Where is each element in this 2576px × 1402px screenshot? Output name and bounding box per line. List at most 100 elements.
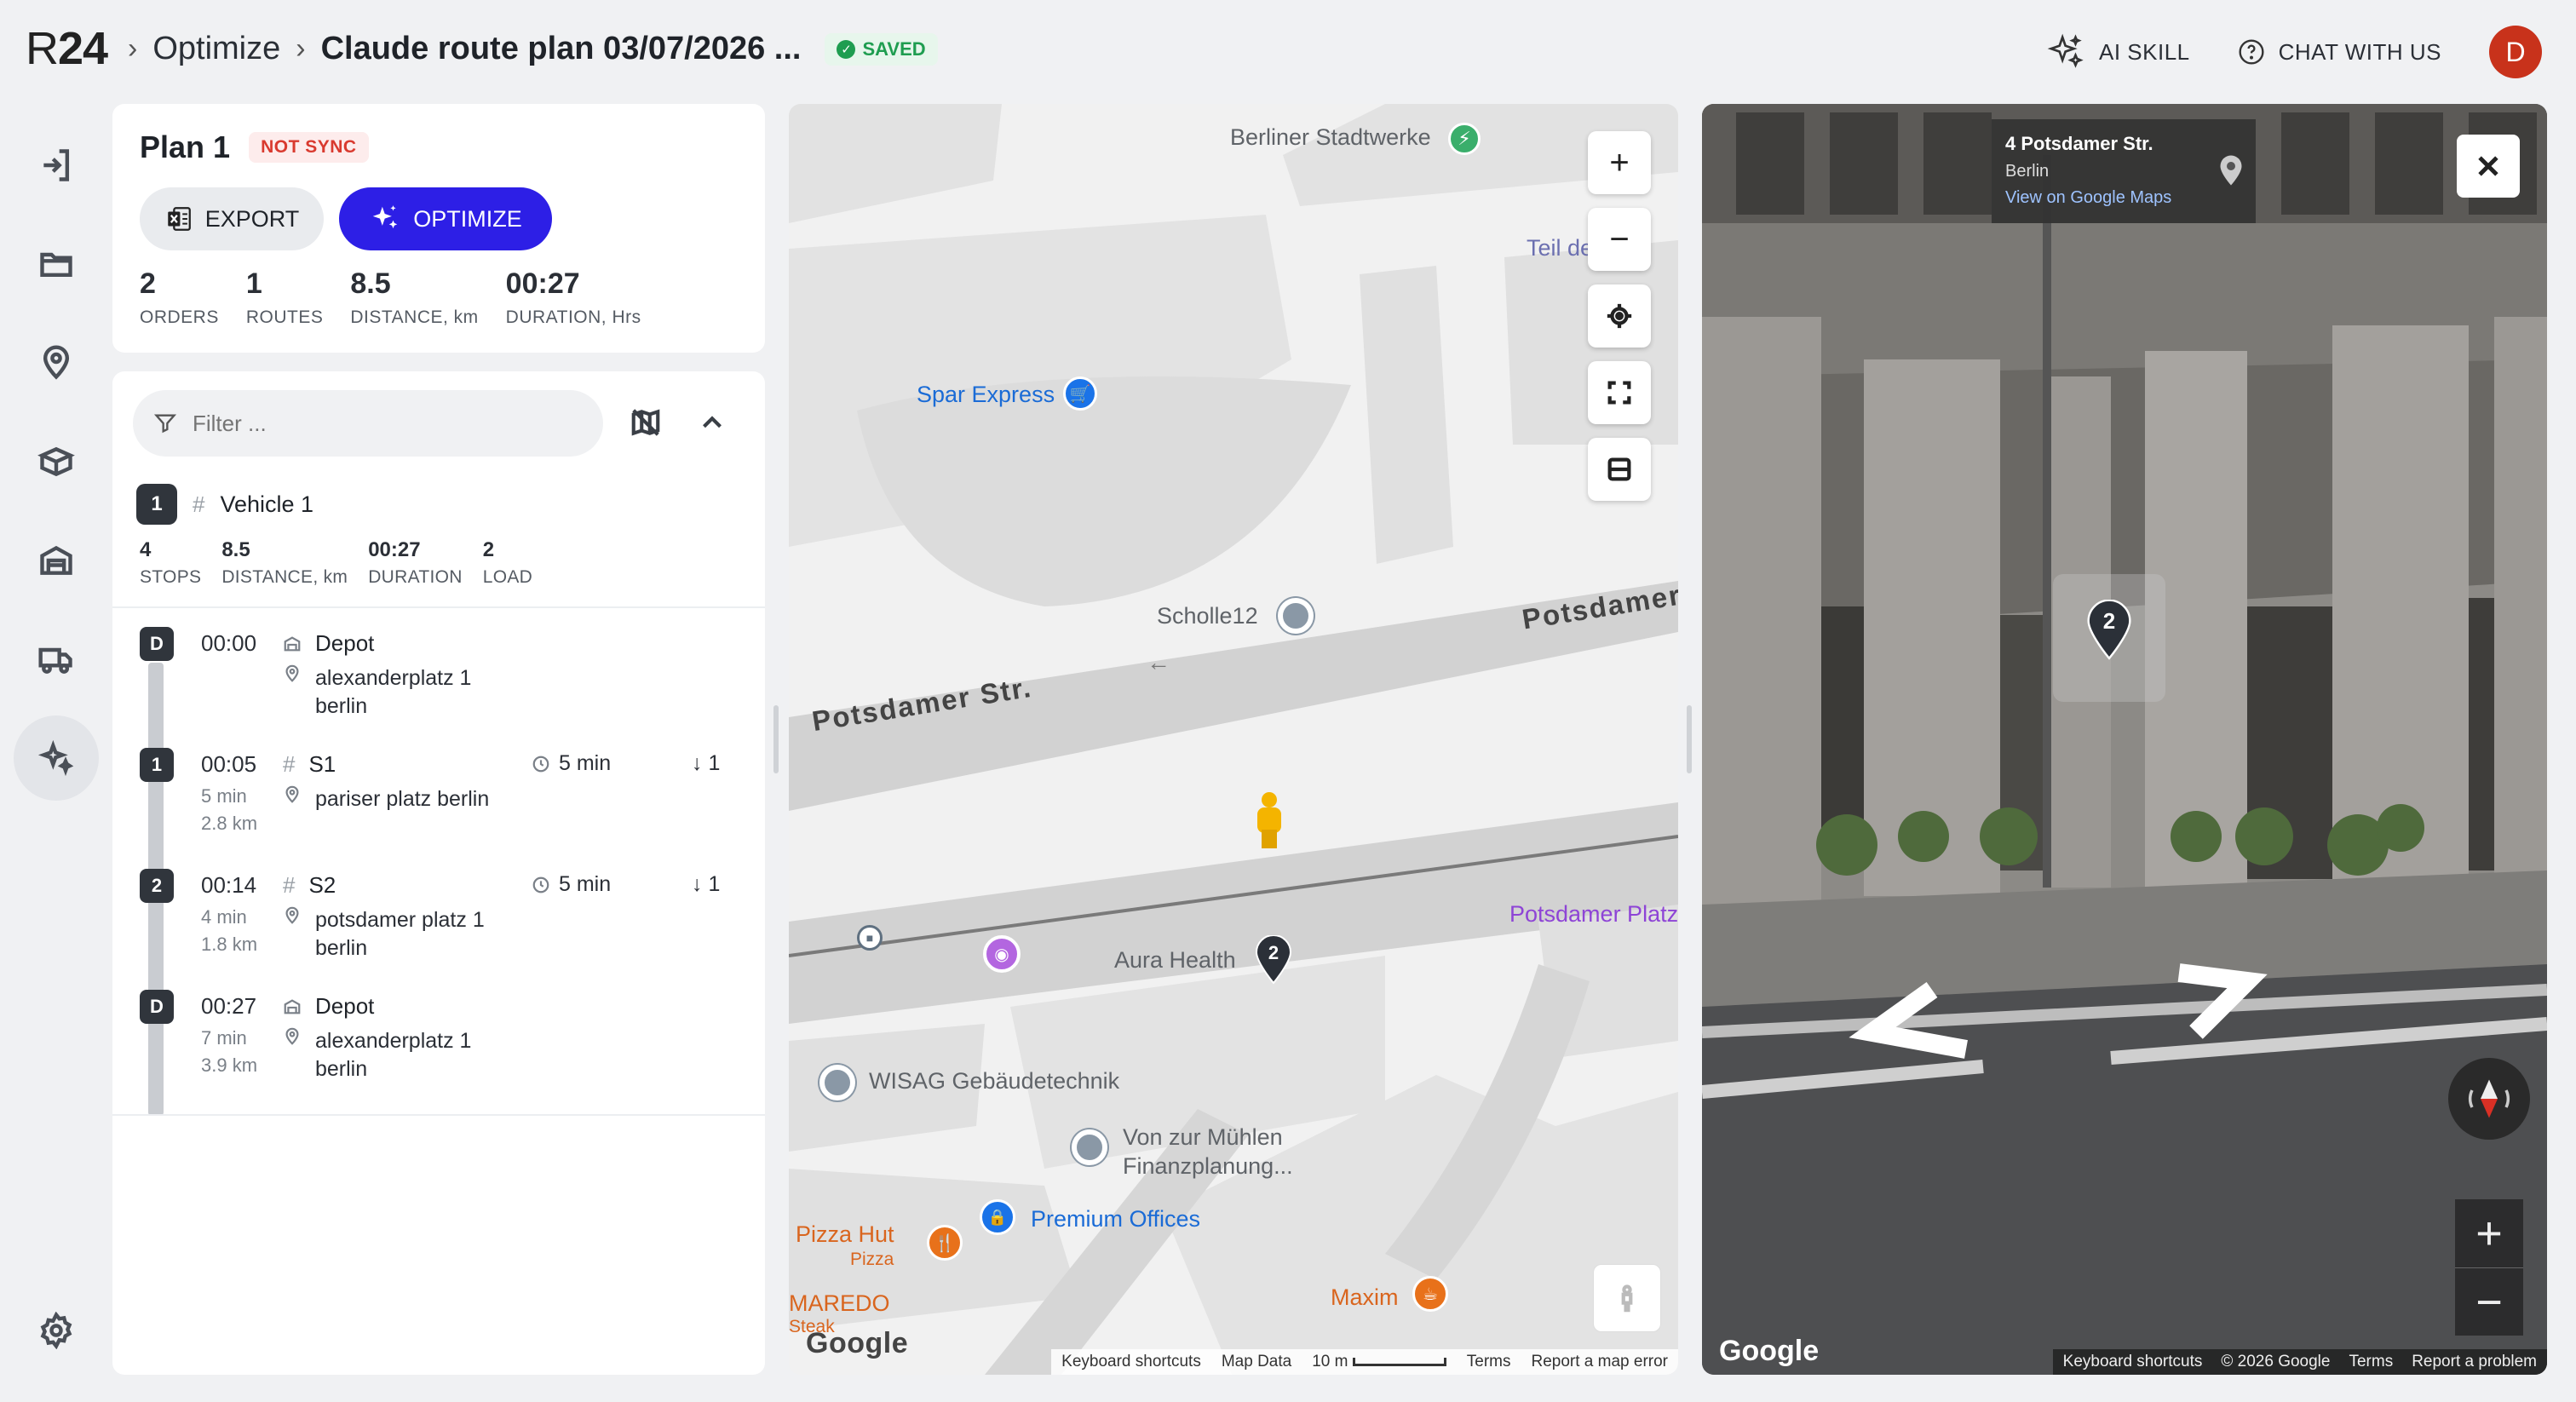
keyboard-shortcuts-link[interactable]: Keyboard shortcuts <box>2063 1353 2203 1371</box>
keyboard-shortcuts-link[interactable]: Keyboard shortcuts <box>1061 1353 1201 1371</box>
rail-folders[interactable] <box>14 221 99 307</box>
stop-badge: D <box>140 627 174 661</box>
resize-handle[interactable] <box>773 705 779 773</box>
pegman-icon[interactable] <box>1254 792 1285 848</box>
stat-value: 2 <box>482 538 495 561</box>
route-list-card: 1 # Vehicle 1 4 STOPS 8.5 DISTANCE, km 00:… <box>112 371 765 1375</box>
scale-bar: 10 m <box>1312 1353 1446 1371</box>
rail-ai[interactable] <box>14 715 99 801</box>
poi-maxim[interactable]: Maxim <box>1331 1284 1399 1311</box>
my-location-button[interactable] <box>1588 284 1651 348</box>
stop-address: potsdamer platz 1 berlin <box>283 906 485 962</box>
poi-vonzur-line1: Von zur Mühlen <box>1123 1124 1283 1150</box>
stat-value: 8.5 <box>221 538 250 561</box>
rail-locations[interactable] <box>14 320 99 405</box>
import-icon <box>43 149 70 181</box>
leg-time: 5 min <box>201 785 247 807</box>
stat-label: LOAD <box>482 567 533 587</box>
copyright-text: © 2026 Google <box>2221 1353 2331 1370</box>
compass-button[interactable] <box>2448 1058 2530 1140</box>
rail-settings[interactable] <box>14 1288 99 1373</box>
filter-field[interactable] <box>133 390 603 457</box>
address-line-2: berlin <box>315 1057 368 1081</box>
clock-icon <box>532 876 549 893</box>
scale-line <box>1352 1357 1446 1366</box>
rail-depots[interactable] <box>14 518 99 603</box>
location-pin-icon <box>285 906 299 924</box>
resize-handle[interactable] <box>1687 705 1692 773</box>
terms-link[interactable]: Terms <box>2349 1353 2393 1371</box>
address-line-1: alexanderplatz 1 <box>315 666 472 690</box>
poi-potsdamer-platz[interactable]: Potsdamer Platz <box>1509 901 1678 928</box>
street-view-zoom-out-button[interactable]: − <box>2455 1267 2523 1336</box>
rail-orders[interactable] <box>14 419 99 504</box>
stop-name-label: S1 <box>308 751 336 777</box>
stop-badge: 2 <box>140 869 174 903</box>
map-data-link[interactable]: Map Data <box>1222 1353 1291 1371</box>
fullscreen-button[interactable] <box>1588 361 1651 424</box>
rail-vehicles[interactable] <box>14 617 99 702</box>
optimize-button[interactable]: OPTIMIZE <box>339 187 552 250</box>
sparkle-icon <box>2047 33 2084 68</box>
poi-berliner[interactable]: Berliner Stadtwerke <box>1230 124 1431 151</box>
zoom-out-button[interactable]: − <box>1588 208 1651 271</box>
zoom-in-button[interactable]: + <box>1588 131 1651 194</box>
google-logo: Google <box>806 1327 909 1359</box>
poi-aura[interactable]: Aura Health <box>1114 947 1236 974</box>
poi-scholle[interactable]: Scholle12 <box>1157 603 1258 629</box>
collapse-button[interactable] <box>687 397 738 448</box>
vehicle-row[interactable]: 1 # Vehicle 1 <box>136 484 313 525</box>
top-bar: R24 › Optimize › Claude route plan 03/07… <box>0 0 2576 102</box>
ai-skill-button[interactable]: AI SKILL <box>2046 32 2190 72</box>
breadcrumb-optimize[interactable]: Optimize <box>152 31 280 67</box>
street-view-zoom-in-button[interactable]: + <box>2455 1199 2523 1267</box>
street-view-pegman-button[interactable] <box>1593 1264 1661 1332</box>
stop-load: ↓ 1 <box>692 872 721 896</box>
chat-with-us-button[interactable]: CHAT WITH US <box>2238 38 2441 66</box>
poi-wisag[interactable]: WISAG Gebäudetechnik <box>869 1068 1119 1095</box>
leg-distance: 3.9 km <box>201 1054 258 1076</box>
street-view-image <box>1702 104 2547 1375</box>
split-view-button[interactable] <box>1588 438 1651 501</box>
poi-spar[interactable]: Spar Express <box>917 382 1055 408</box>
chevron-up-icon <box>703 416 722 428</box>
report-problem-link[interactable]: Report a problem <box>2412 1353 2537 1371</box>
filter-input[interactable] <box>193 410 533 437</box>
hash-icon: # <box>283 751 296 777</box>
stat-value: 00:27 <box>505 267 580 300</box>
split-view-icon <box>1607 457 1631 481</box>
help-circle-icon <box>2239 39 2264 65</box>
service-time-label: 5 min <box>559 751 612 775</box>
route-stop-marker[interactable]: 2 <box>1254 934 1293 985</box>
logo[interactable]: R24 <box>26 22 108 75</box>
avatar[interactable]: D <box>2489 26 2542 78</box>
ai-skill-label: AI SKILL <box>2099 38 2190 65</box>
export-button[interactable]: EXPORT <box>140 187 324 250</box>
rail-import[interactable] <box>14 123 99 208</box>
hide-map-button[interactable] <box>620 397 671 448</box>
stat-label: DISTANCE, km <box>221 567 348 587</box>
divider <box>112 606 765 608</box>
poi-premium[interactable]: Premium Offices <box>1031 1206 1200 1232</box>
close-street-view-button[interactable] <box>2457 135 2520 198</box>
location-pin-icon <box>285 1027 299 1045</box>
poi-vonzur[interactable]: Von zur Mühlen Finanzplanung... <box>1123 1123 1293 1181</box>
view-on-google-maps-link[interactable]: View on Google Maps <box>2005 188 2242 208</box>
leg-time: 4 min <box>201 906 247 928</box>
compass-icon <box>2468 1079 2510 1118</box>
stop-address: alexanderplatz 1 berlin <box>283 664 471 721</box>
place-icon <box>1072 1129 1107 1165</box>
charging-icon: ⚡ <box>1448 123 1481 155</box>
folder-icon <box>40 252 72 278</box>
sync-status-badge: NOT SYNC <box>249 132 369 163</box>
stat-value: 8.5 <box>350 267 391 300</box>
map-view[interactable]: Berliner Stadtwerke ⚡ Teil deine Spar Ex… <box>789 104 1678 1375</box>
street-view-marker[interactable]: 2 <box>2053 574 2165 702</box>
stat-duration: 00:27 DURATION, Hrs <box>506 267 641 328</box>
poi-pizza[interactable]: Pizza Hut Pizza <box>796 1221 894 1273</box>
report-error-link[interactable]: Report a map error <box>1531 1353 1668 1371</box>
street-view-panel[interactable]: 2 4 Potsdamer Str. Berlin View on Google… <box>1702 104 2547 1375</box>
stat-label: STOPS <box>140 567 202 587</box>
cafe-icon: ☕ <box>1412 1276 1448 1312</box>
terms-link[interactable]: Terms <box>1467 1353 1511 1371</box>
